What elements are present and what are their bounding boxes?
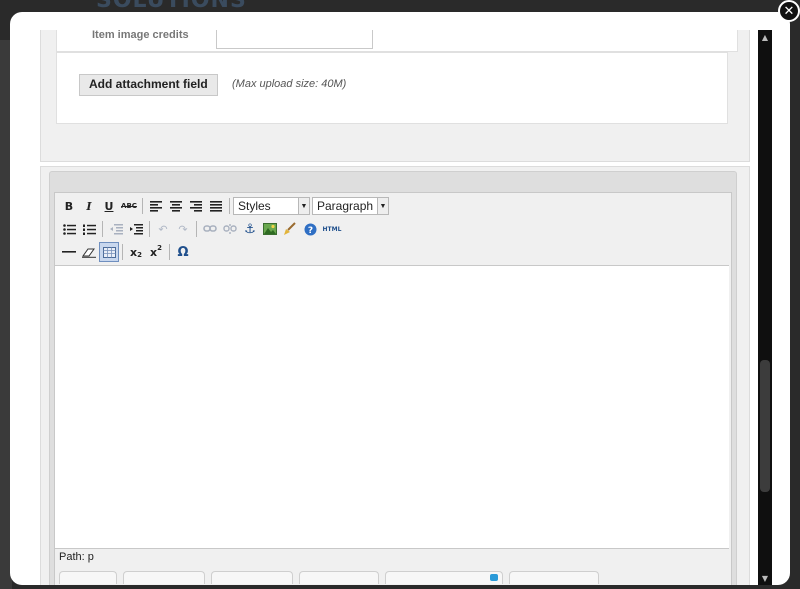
align-right-icon[interactable] — [186, 196, 206, 216]
editor-content-area[interactable] — [55, 265, 729, 549]
max-upload-note: (Max upload size: 40M) — [232, 78, 347, 90]
toolbar-separator — [122, 244, 123, 260]
subscript-icon[interactable]: x2 — [126, 242, 146, 262]
credits-input[interactable] — [216, 30, 373, 49]
toolbar-row-3: x2 x2 Ω — [59, 241, 193, 263]
modal-dialog: Item image credits Add attachment field … — [10, 12, 790, 585]
unlink-icon[interactable] — [220, 219, 240, 239]
outdent-icon[interactable] — [106, 219, 126, 239]
redo-icon[interactable]: ↷ — [173, 219, 193, 239]
italic-icon[interactable]: I — [79, 196, 99, 216]
modal-content: Item image credits Add attachment field … — [30, 30, 758, 585]
visual-aid-icon[interactable] — [99, 242, 119, 262]
underline-icon[interactable]: U — [99, 196, 119, 216]
bullet-list-icon[interactable] — [59, 219, 79, 239]
format-select-value: Paragraph — [317, 199, 374, 213]
item-fields-panel: Item image credits Add attachment field … — [40, 30, 750, 162]
superscript-icon[interactable]: x2 — [146, 242, 166, 262]
toolbar-separator — [149, 221, 150, 237]
chevron-down-icon: ▼ — [298, 198, 309, 214]
special-char-glyph: Ω — [177, 244, 189, 260]
toolbar-separator — [102, 221, 103, 237]
cleanup-icon[interactable] — [280, 219, 300, 239]
format-select[interactable]: Paragraph ▼ — [312, 197, 389, 215]
numbered-list-icon[interactable] — [79, 219, 99, 239]
image-icon[interactable] — [260, 219, 280, 239]
align-left-icon[interactable] — [146, 196, 166, 216]
styles-select[interactable]: Styles ▼ — [233, 197, 310, 215]
editor-path: Path: p — [59, 551, 94, 563]
credits-row: Item image credits — [56, 30, 738, 52]
bottom-control[interactable] — [59, 571, 117, 584]
scrollbar-thumb[interactable] — [760, 360, 770, 492]
status-indicator-icon — [490, 574, 498, 581]
vertical-scrollbar[interactable]: ▲ ▼ — [758, 30, 772, 585]
attachment-row: Add attachment field (Max upload size: 4… — [56, 52, 728, 124]
bottom-control[interactable] — [385, 571, 503, 584]
bold-icon[interactable]: B — [59, 196, 79, 216]
editor-bottom-controls — [59, 571, 599, 584]
close-icon: ✕ — [783, 3, 795, 19]
html-source-button[interactable]: HTML — [320, 219, 344, 239]
align-center-icon[interactable] — [166, 196, 186, 216]
indent-icon[interactable] — [126, 219, 146, 239]
toolbar-separator — [169, 244, 170, 260]
toolbar-row-2: ↶ ↷ ⚓ ? HTML — [59, 218, 344, 240]
toolbar-separator — [142, 198, 143, 214]
svg-text:?: ? — [307, 226, 312, 236]
bottom-control[interactable] — [509, 571, 599, 584]
undo-icon[interactable]: ↶ — [153, 219, 173, 239]
scroll-up-icon[interactable]: ▲ — [758, 30, 772, 44]
editor-panel: B I U ABC Styles ▼ Paragraph ▼ ↶ ↷ ⚓ ? H… — [40, 166, 750, 585]
bottom-control[interactable] — [123, 571, 205, 584]
horizontal-rule-icon[interactable] — [59, 242, 79, 262]
toolbar-separator — [229, 198, 230, 214]
special-character-icon[interactable]: Ω — [173, 242, 193, 262]
eraser-icon[interactable] — [79, 242, 99, 262]
html-label: HTML — [322, 225, 342, 233]
chevron-down-icon: ▼ — [377, 198, 388, 214]
close-button[interactable]: ✕ — [778, 0, 800, 22]
help-icon[interactable]: ? — [300, 219, 320, 239]
scroll-down-icon[interactable]: ▼ — [758, 571, 772, 585]
link-icon[interactable] — [200, 219, 220, 239]
rich-text-editor: B I U ABC Styles ▼ Paragraph ▼ ↶ ↷ ⚓ ? H… — [54, 192, 732, 585]
toolbar-row-1: B I U ABC Styles ▼ Paragraph ▼ — [59, 195, 391, 217]
styles-select-value: Styles — [238, 199, 271, 213]
bottom-control[interactable] — [211, 571, 293, 584]
credits-label: Item image credits — [92, 30, 189, 41]
editor-container: B I U ABC Styles ▼ Paragraph ▼ ↶ ↷ ⚓ ? H… — [49, 171, 737, 585]
add-attachment-button[interactable]: Add attachment field — [79, 74, 218, 96]
anchor-icon[interactable]: ⚓ — [240, 219, 260, 239]
strikethrough-icon[interactable]: ABC — [119, 196, 139, 216]
align-justify-icon[interactable] — [206, 196, 226, 216]
bottom-control[interactable] — [299, 571, 379, 584]
toolbar-separator — [196, 221, 197, 237]
